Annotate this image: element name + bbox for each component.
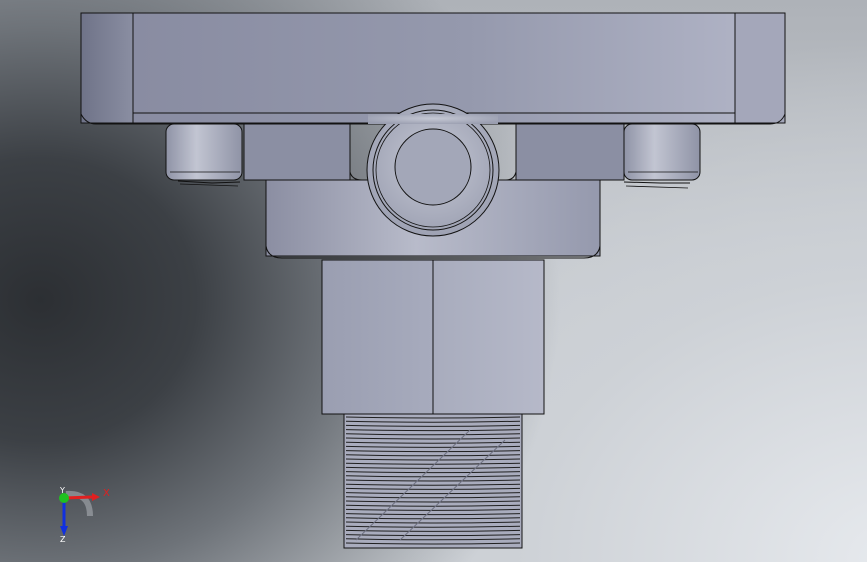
- mounting-boss-left: [165, 123, 243, 187]
- y-axis-label: Y: [59, 486, 65, 495]
- pressure-sensor-model[interactable]: [0, 0, 867, 562]
- coordinate-triad: X Z Y: [59, 486, 110, 544]
- x-axis-label: X: [103, 488, 110, 499]
- block-right: [515, 123, 625, 181]
- threaded-connector: [343, 413, 523, 549]
- mounting-boss-right: [623, 123, 701, 189]
- z-axis-label: Z: [60, 535, 66, 544]
- hex-nut: [321, 259, 545, 415]
- cad-viewport[interactable]: X Z Y: [0, 0, 867, 562]
- block-left: [243, 123, 351, 181]
